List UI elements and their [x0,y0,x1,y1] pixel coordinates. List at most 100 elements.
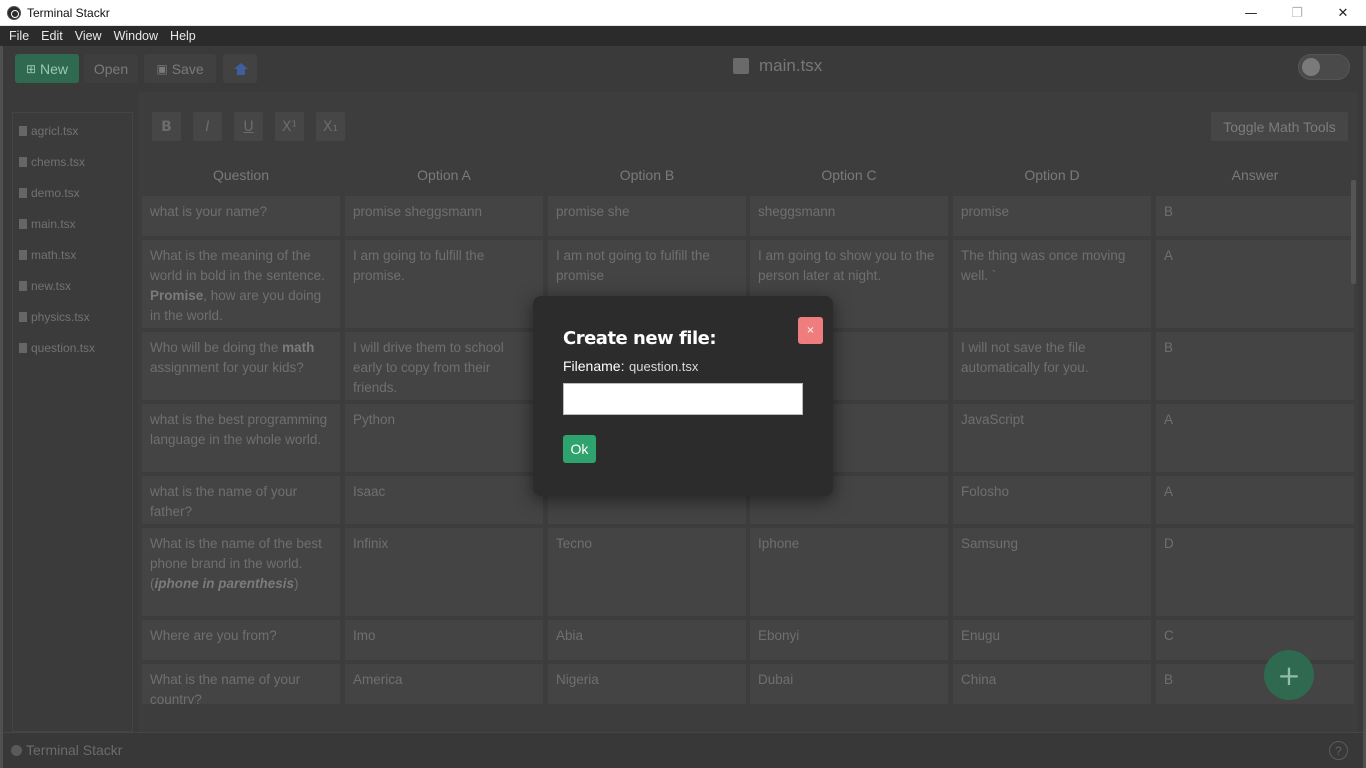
save-button-label: Save [171,60,204,77]
current-file-title: main.tsx [733,56,822,76]
sidebar-item-label: question.tsx [31,341,96,355]
sidebar-item-label: physics.tsx [31,310,90,324]
table-cell-option-b[interactable]: Nigeria [548,664,746,704]
table-cell-question[interactable]: what is the name of your father? [142,476,340,524]
underline-button[interactable]: U [234,112,263,141]
toolbar: ⊞ New Open ▣ Save main.tsx [3,46,1363,92]
table-cell-option-b[interactable]: Tecno [548,528,746,616]
table-cell-option-a[interactable]: Isaac [345,476,543,524]
table-cell-answer[interactable]: A [1156,476,1354,524]
table-cell-question[interactable]: Where are you from? [142,620,340,660]
table-cell-option-d[interactable]: Enugu [953,620,1151,660]
table-cell-option-a[interactable]: Imo [345,620,543,660]
table-cell-option-d[interactable]: China [953,664,1151,704]
status-bar: Terminal Stackr ? [3,732,1363,768]
table-cell-option-b[interactable]: Abia [548,620,746,660]
filename-label: Filename: [563,358,625,374]
menu-help[interactable]: Help [170,29,196,43]
copyright-icon [11,744,22,756]
table-cell-question[interactable]: what is your name? [142,196,340,236]
table-cell-answer[interactable]: A [1156,240,1354,328]
column-header: Question [212,167,270,183]
new-file-button[interactable]: ⊞ New [15,54,79,83]
sidebar-item-label: agricl.tsx [31,124,79,138]
filename-input[interactable] [563,383,803,415]
table-scrollbar[interactable] [1351,180,1356,284]
sidebar-item-agricl[interactable]: agricl.tsx [19,124,78,138]
table-cell-question[interactable]: What is the name of your country? [142,664,340,704]
bold-button[interactable]: B [152,112,181,141]
table-cell-answer[interactable]: C [1156,620,1354,660]
app-logo-icon [7,5,21,20]
dialog-title: Create new file: [563,328,717,349]
filename-value: question.tsx [629,359,699,374]
file-icon [19,188,27,198]
open-file-button[interactable]: Open [84,54,138,83]
table-cell-option-d[interactable]: JavaScript [953,404,1151,472]
column-header: Option C [821,167,877,183]
table-cell-option-a[interactable]: Python [345,404,543,472]
home-button[interactable] [223,54,257,83]
table-cell-answer[interactable]: B [1156,196,1354,236]
table-cell-option-d[interactable]: I will not save the file automatically f… [953,332,1151,400]
table-cell-option-c[interactable]: Iphone [750,528,948,616]
table-cell-option-a[interactable]: I will drive them to school early to cop… [345,332,543,400]
table-cell-option-d[interactable]: Folosho [953,476,1151,524]
menu-view[interactable]: View [75,29,102,43]
table-cell-answer[interactable]: B [1156,664,1354,704]
column-header: Option A [417,167,471,183]
close-window-button[interactable]: ✕ [1320,0,1366,26]
sidebar-item-label: demo.tsx [31,186,80,200]
help-button[interactable]: ? [1329,741,1348,760]
column-header: Option B [619,167,675,183]
floppy-disk-icon: ▣ [156,61,168,76]
table-cell-question[interactable]: What is the meaning of the world in bold… [142,240,340,328]
table-cell-option-b[interactable]: promise she [548,196,746,236]
add-row-button[interactable]: + [1264,650,1314,700]
menu-file[interactable]: File [9,29,29,43]
window-title: Terminal Stackr [27,5,110,20]
column-header: Option D [1024,167,1080,183]
sidebar-item-physics[interactable]: physics.tsx [19,310,90,324]
file-icon [19,281,27,291]
table-cell-answer[interactable]: A [1156,404,1354,472]
table-cell-option-a[interactable]: promise sheggsmann [345,196,543,236]
table-cell-option-d[interactable]: The thing was once moving well. ` [953,240,1151,328]
table-cell-option-c[interactable]: Dubai [750,664,948,704]
file-icon [19,126,27,136]
file-sidebar: agricl.tsx chems.tsx demo.tsx main.tsx m… [12,112,133,732]
sidebar-item-demo[interactable]: demo.tsx [19,186,80,200]
table-cell-question[interactable]: Who will be doing the math assignment fo… [142,332,340,400]
ok-button[interactable]: Ok [563,435,596,463]
toggle-math-tools-button[interactable]: Toggle Math Tools [1211,112,1348,141]
save-file-button[interactable]: ▣ Save [144,54,216,83]
menu-window[interactable]: Window [114,29,158,43]
dialog-close-button[interactable]: × [798,317,823,344]
table-cell-option-c[interactable]: sheggsmann [750,196,948,236]
status-label: Terminal Stackr [26,742,123,758]
table-cell-question[interactable]: What is the name of the best phone brand… [142,528,340,616]
book-reader-icon [733,58,749,74]
table-cell-answer[interactable]: D [1156,528,1354,616]
sidebar-item-new[interactable]: new.tsx [19,279,71,293]
table-cell-option-c[interactable]: Ebonyi [750,620,948,660]
sidebar-item-question[interactable]: question.tsx [19,341,95,355]
table-cell-answer[interactable]: B [1156,332,1354,400]
table-cell-option-d[interactable]: promise [953,196,1151,236]
italic-button[interactable]: I [193,112,222,141]
table-cell-option-a[interactable]: I am going to fulfill the promise. [345,240,543,328]
superscript-button[interactable]: X¹ [275,112,304,141]
table-cell-question[interactable]: what is the best programming language in… [142,404,340,472]
new-button-label: New [40,60,69,77]
menu-edit[interactable]: Edit [41,29,63,43]
sidebar-item-main[interactable]: main.tsx [19,217,76,231]
sidebar-item-chems[interactable]: chems.tsx [19,155,85,169]
table-cell-option-a[interactable]: America [345,664,543,704]
table-cell-option-d[interactable]: Samsung [953,528,1151,616]
sidebar-item-math[interactable]: math.tsx [19,248,76,262]
theme-toggle[interactable] [1298,54,1350,80]
table-cell-option-a[interactable]: Infinix [345,528,543,616]
restore-button[interactable]: ❐ [1274,0,1320,26]
minimize-button[interactable]: — [1228,0,1274,26]
subscript-button[interactable]: X₁ [316,112,345,141]
